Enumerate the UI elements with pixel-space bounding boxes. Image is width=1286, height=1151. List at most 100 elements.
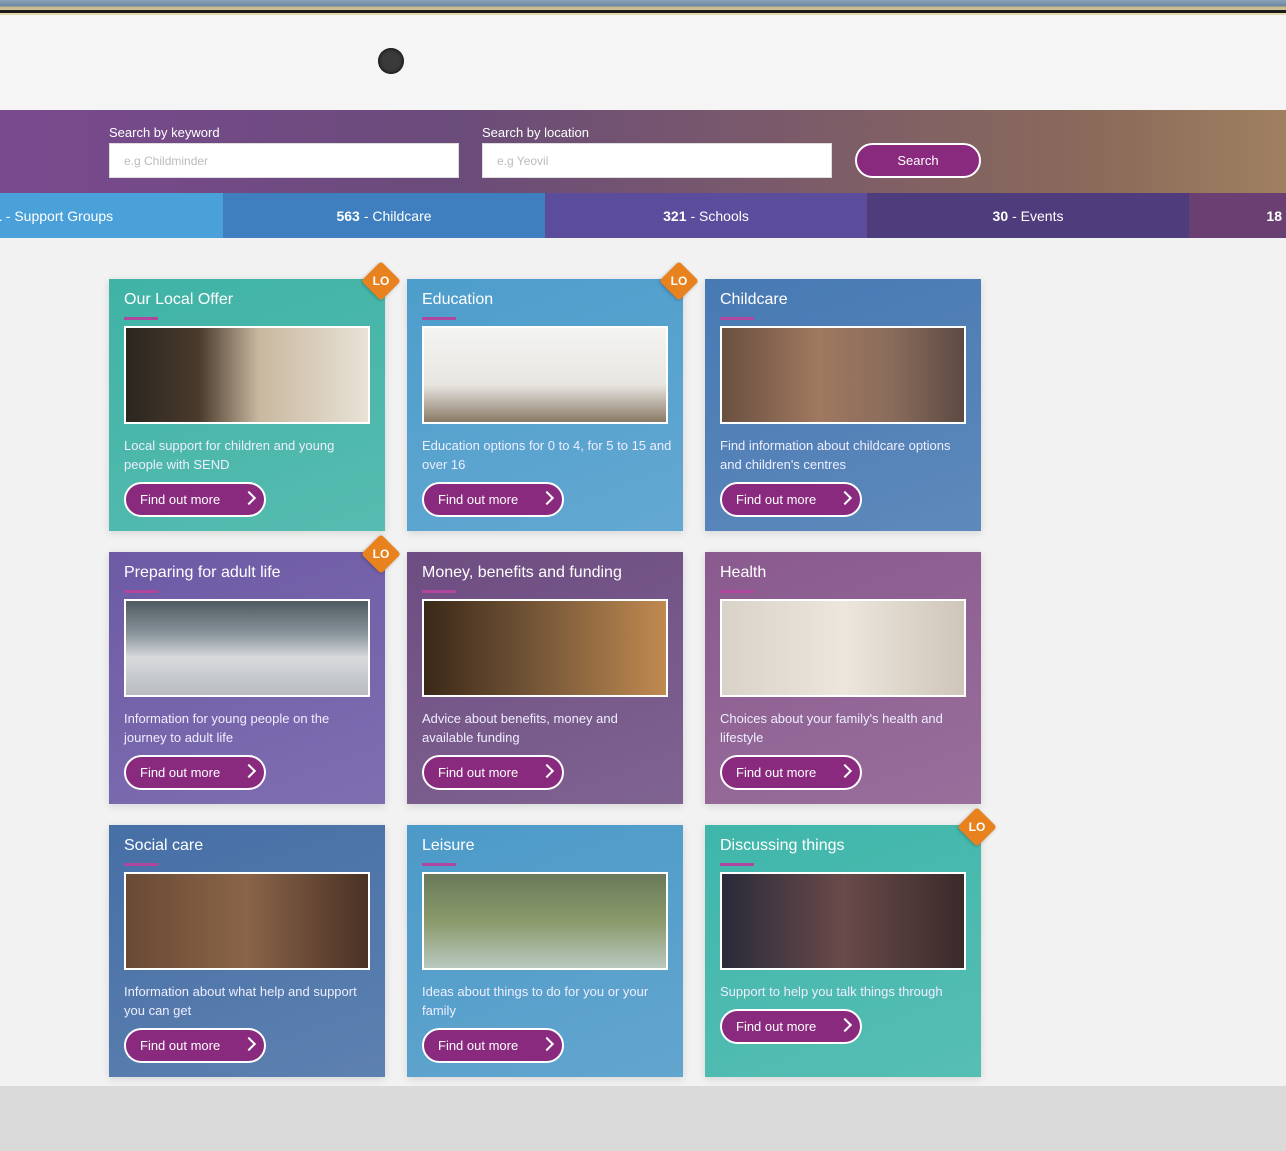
find-out-more-button[interactable]: Find out more [422,482,564,517]
tab-support-groups[interactable]: 1- Support Groups [0,193,223,238]
card-image [720,326,966,424]
tab-events[interactable]: 30- Events [867,193,1189,238]
tab-count: 1 [0,208,2,224]
title-underline [124,590,158,593]
chevron-right-icon [837,1017,853,1033]
card-title: Childcare [720,291,788,308]
chevron-right-icon [241,763,257,779]
card-description: Support to help you talk things through [720,984,943,999]
button-label: Find out more [736,1019,817,1034]
tab-childcare[interactable]: 563- Childcare [223,193,545,238]
button-label: Find out more [140,765,221,780]
button-label: Find out more [438,492,519,507]
chevron-right-icon [539,1036,555,1052]
card-title: Health [720,564,767,581]
card-title: Discussing things [720,837,845,854]
search-bar: Search by keyword e.g Childminder Search… [0,110,1286,193]
card-image [720,599,966,697]
local-offer-badge: LO [361,261,401,301]
button-label: Find out more [140,492,221,507]
find-out-more-button[interactable]: Find out more [124,1028,266,1063]
button-label: Find out more [140,1038,221,1053]
chevron-right-icon [241,1036,257,1052]
keyword-search-input[interactable]: e.g Childminder [109,143,459,178]
card-description: Find information about childcare options… [720,438,951,472]
badge-label: LO [968,820,986,834]
card-image [422,872,668,970]
card-description: Information about what help and support … [124,984,357,1018]
tab-label: - Childcare [363,207,432,224]
find-out-more-button[interactable]: Find out more [422,1028,564,1063]
badge-label: LO [670,274,688,288]
category-card[interactable]: Health Choices about your family's health… [705,552,981,804]
find-out-more-button[interactable]: Find out more [720,755,862,790]
chevron-right-icon [539,763,555,779]
card-image [124,599,370,697]
badge-label: LO [372,274,390,288]
tab-label: - Support Groups [5,207,114,224]
device-bezel [0,10,1286,110]
location-label: Search by location [482,125,589,140]
find-out-more-button[interactable]: Find out more [124,755,266,790]
card-title: Preparing for adult life [124,564,281,581]
local-offer-badge: LO [957,807,997,847]
button-label: Find out more [736,492,817,507]
card-description: Ideas about things to do for you or your… [422,984,649,1018]
local-offer-badge: LO [659,261,699,301]
badge-label: LO [372,547,390,561]
tab-schools[interactable]: 321- Schools [545,193,867,238]
category-card[interactable]: Our Local Offer Local support for childre… [109,261,401,531]
chevron-right-icon [241,490,257,506]
card-description: Information for young people on the jour… [124,711,330,745]
keyword-label: Search by keyword [109,125,220,140]
local-offer-badge: LO [361,534,401,574]
card-image [422,326,668,424]
card-image [720,872,966,970]
device-frame [0,0,1286,110]
button-label: Find out more [438,765,519,780]
camera-icon [378,48,404,74]
card-image [124,872,370,970]
location-search-input[interactable]: e.g Yeovil [482,143,832,178]
card-title: Leisure [422,837,475,854]
button-label: Find out more [438,1038,519,1053]
tab-label: - Events [1012,207,1064,224]
find-out-more-button[interactable]: Find out more [124,482,266,517]
find-out-more-button[interactable]: Find out more [422,755,564,790]
title-underline [720,863,754,866]
card-title: Education [422,291,494,308]
tab-count: 321 [663,207,687,224]
title-underline [422,863,456,866]
button-label: Find out more [736,765,817,780]
category-card[interactable]: Education Education options for 0 to 4, f… [407,261,699,531]
title-underline [422,317,456,320]
find-out-more-button[interactable]: Find out more [720,1009,862,1044]
category-card[interactable]: Childcare Find information about childcar… [705,279,981,531]
category-card[interactable]: Discussing things Support to help you tal… [705,807,997,1077]
tab-count: 563 [336,207,360,224]
search-button[interactable]: Search [855,143,981,178]
tab-label: - Schools [690,207,749,224]
card-description: Local support for children and young peo… [124,438,335,472]
category-card[interactable]: Money, benefits and funding Advice about … [407,552,683,804]
chevron-right-icon [837,490,853,506]
category-card[interactable]: Leisure Ideas about things to do for you … [407,825,683,1077]
title-underline [422,590,456,593]
chevron-right-icon [837,763,853,779]
card-description: Advice about benefits, money and availab… [422,711,618,745]
category-count-tabs: 1- Support Groups 563- Childcare 321- Sc… [0,193,1286,238]
title-underline [720,317,754,320]
tab-more[interactable]: 18 [1189,193,1286,238]
title-underline [124,317,158,320]
category-card[interactable]: Preparing for adult life Information for … [109,534,401,804]
footer [0,1086,1286,1151]
card-image [124,326,370,424]
tab-count: 18 [1266,207,1282,224]
find-out-more-button[interactable]: Find out more [720,482,862,517]
tab-count: 30 [992,207,1009,224]
card-description: Education options for 0 to 4, for 5 to 1… [422,438,672,472]
title-underline [124,863,158,866]
category-card[interactable]: Social care Information about what help a… [109,825,385,1077]
title-underline [720,590,754,593]
card-image [422,599,668,697]
